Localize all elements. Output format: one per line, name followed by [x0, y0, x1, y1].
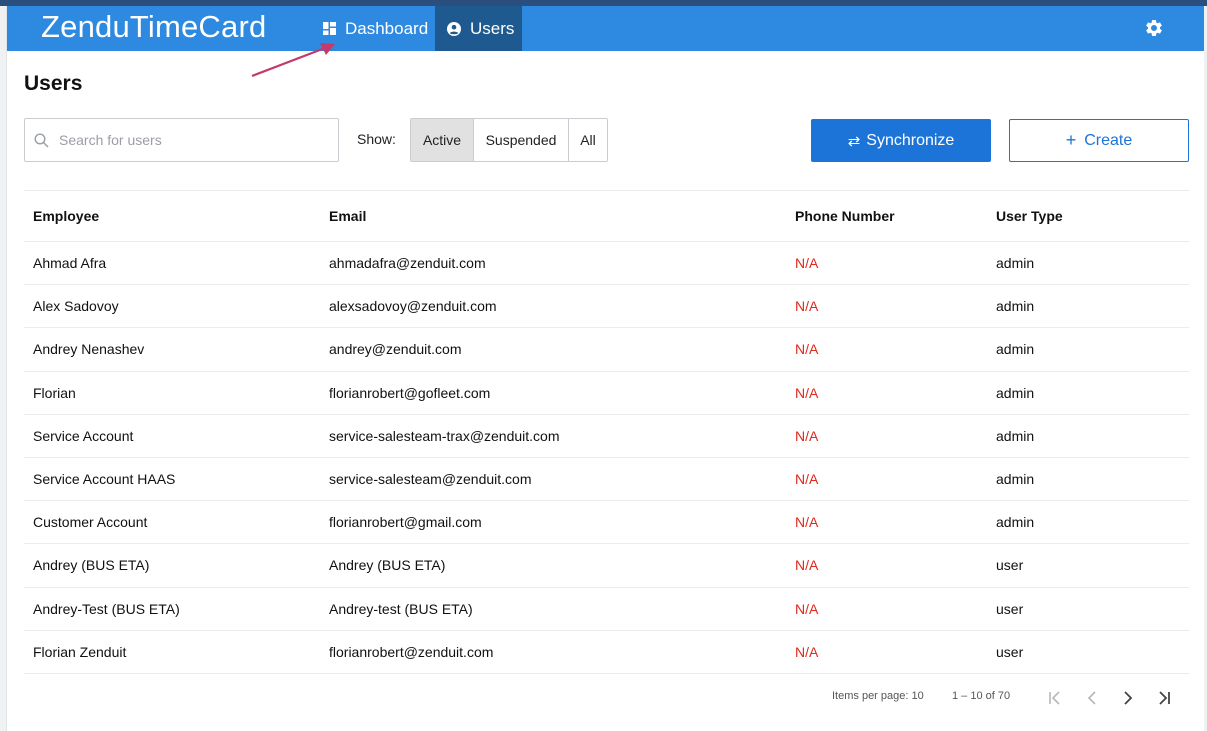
header-user-type[interactable]: User Type [996, 208, 1189, 224]
user-type-cell: admin [996, 298, 1035, 315]
table-row[interactable]: Florian florianrobert@gofleet.com N/A admin [24, 372, 1189, 415]
phone-cell: N/A [795, 255, 819, 272]
header-email[interactable]: Email [329, 208, 795, 224]
nav-users[interactable]: Users [435, 6, 522, 51]
show-filter-label: Show: [357, 131, 396, 147]
phone-cell: N/A [795, 643, 819, 660]
create-button[interactable]: + Create [1009, 119, 1189, 162]
employee-cell: Alex Sadovoy [33, 298, 119, 315]
user-type-cell: user [996, 557, 1024, 574]
search-field[interactable] [24, 118, 339, 162]
next-page-button[interactable] [1118, 688, 1138, 708]
phone-cell: N/A [795, 600, 819, 617]
gear-icon[interactable] [1144, 18, 1164, 38]
dashboard-icon [323, 22, 336, 35]
user-type-cell: user [996, 643, 1024, 660]
table-header: Employee Email Phone Number User Type [24, 191, 1189, 242]
status-filter-group: Active Suspended All [410, 118, 608, 162]
phone-cell: N/A [795, 341, 819, 358]
search-input[interactable] [57, 131, 321, 149]
sync-arrows-icon: ⇄ [847, 132, 861, 150]
phone-cell: N/A [795, 471, 819, 488]
email-cell: Andrey (BUS ETA) [329, 557, 446, 574]
phone-cell: N/A [795, 298, 819, 315]
first-page-button[interactable] [1045, 688, 1065, 708]
top-navbar: ZenduTimeCard Dashboard Users [7, 6, 1204, 51]
filter-active-button[interactable]: Active [411, 119, 474, 161]
header-employee[interactable]: Employee [24, 208, 329, 224]
page-range: 1 – 10 of 70 [952, 690, 1011, 702]
table-row[interactable]: Andrey Nenashev andrey@zenduit.com N/A admi… [24, 328, 1189, 372]
employee-cell: Andrey Nenashev [33, 341, 145, 358]
employee-cell: Florian Zenduit [33, 643, 127, 660]
annotation-arrow [251, 43, 335, 78]
email-cell: florianrobert@zenduit.com [329, 643, 494, 660]
user-type-cell: admin [996, 514, 1035, 531]
last-page-icon [1159, 691, 1170, 705]
page-title: Users [24, 72, 83, 95]
email-cell: florianrobert@gmail.com [329, 514, 482, 531]
email-cell: service-salesteam@zenduit.com [329, 471, 532, 488]
synchronize-button[interactable]: ⇄ Synchronize [811, 119, 991, 162]
user-type-cell: admin [996, 427, 1035, 444]
plus-icon: + [1065, 130, 1077, 150]
table-row[interactable]: Ahmad Afra ahmadafra@zenduit.com N/A admin [24, 242, 1189, 286]
employee-cell: Customer Account [33, 514, 148, 531]
users-table: Employee Email Phone Number User Type Ah… [24, 190, 1189, 674]
user-type-cell: admin [996, 341, 1035, 358]
chevron-right-icon [1124, 691, 1133, 705]
table-row[interactable]: Service Account service-salesteam-trax@ze… [24, 415, 1189, 458]
phone-cell: N/A [795, 557, 819, 574]
employee-cell: Andrey (BUS ETA) [33, 557, 150, 574]
create-label: Create [1084, 131, 1133, 149]
phone-cell: N/A [795, 514, 819, 531]
employee-cell: Andrey-Test (BUS ETA) [33, 600, 180, 617]
table-row[interactable]: Florian Zenduit florianrobert@zenduit.com… [24, 631, 1189, 674]
table-row[interactable]: Alex Sadovoy alexsadovoy@zenduit.com N/A ad… [24, 285, 1189, 329]
items-per-page[interactable]: Items per page: 10 [832, 690, 924, 702]
table-row[interactable]: Andrey-Test (BUS ETA) Andrey-test (BUS ET… [24, 588, 1189, 631]
first-page-icon [1049, 691, 1060, 705]
employee-cell: Ahmad Afra [33, 255, 107, 272]
email-cell: florianrobert@gofleet.com [329, 384, 491, 401]
phone-cell: N/A [795, 427, 819, 444]
table-row[interactable]: Customer Account florianrobert@gmail.com N… [24, 501, 1189, 545]
chevron-left-icon [1087, 691, 1096, 705]
nav-users-label: Users [470, 18, 515, 38]
account-circle-icon [447, 21, 461, 36]
search-icon [34, 132, 49, 148]
email-cell: Andrey-test (BUS ETA) [329, 600, 473, 617]
last-page-button[interactable] [1154, 688, 1174, 708]
header-phone[interactable]: Phone Number [795, 208, 996, 224]
user-type-cell: admin [996, 471, 1035, 488]
employee-cell: Service Account [33, 427, 134, 444]
email-cell: alexsadovoy@zenduit.com [329, 298, 497, 315]
employee-cell: Service Account HAAS [33, 471, 176, 488]
nav-dashboard-label: Dashboard [345, 18, 429, 38]
email-cell: andrey@zenduit.com [329, 341, 462, 358]
table-row[interactable]: Service Account HAAS service-salesteam@ze… [24, 458, 1189, 502]
left-edge [0, 6, 7, 731]
filter-all-button[interactable]: All [569, 119, 607, 161]
synchronize-label: Synchronize [866, 131, 955, 149]
employee-cell: Florian [33, 384, 76, 401]
user-type-cell: user [996, 600, 1024, 617]
email-cell: service-salesteam-trax@zenduit.com [329, 427, 560, 444]
phone-cell: N/A [795, 384, 819, 401]
user-type-cell: admin [996, 255, 1035, 272]
table-body: Ahmad Afra ahmadafra@zenduit.com N/A admin A… [24, 242, 1189, 674]
app-brand[interactable]: ZenduTimeCard [41, 9, 266, 45]
email-cell: ahmadafra@zenduit.com [329, 255, 486, 272]
table-row[interactable]: Andrey (BUS ETA) Andrey (BUS ETA) N/A user [24, 544, 1189, 588]
filter-suspended-button[interactable]: Suspended [474, 119, 569, 161]
user-type-cell: admin [996, 384, 1035, 401]
previous-page-button[interactable] [1082, 688, 1102, 708]
